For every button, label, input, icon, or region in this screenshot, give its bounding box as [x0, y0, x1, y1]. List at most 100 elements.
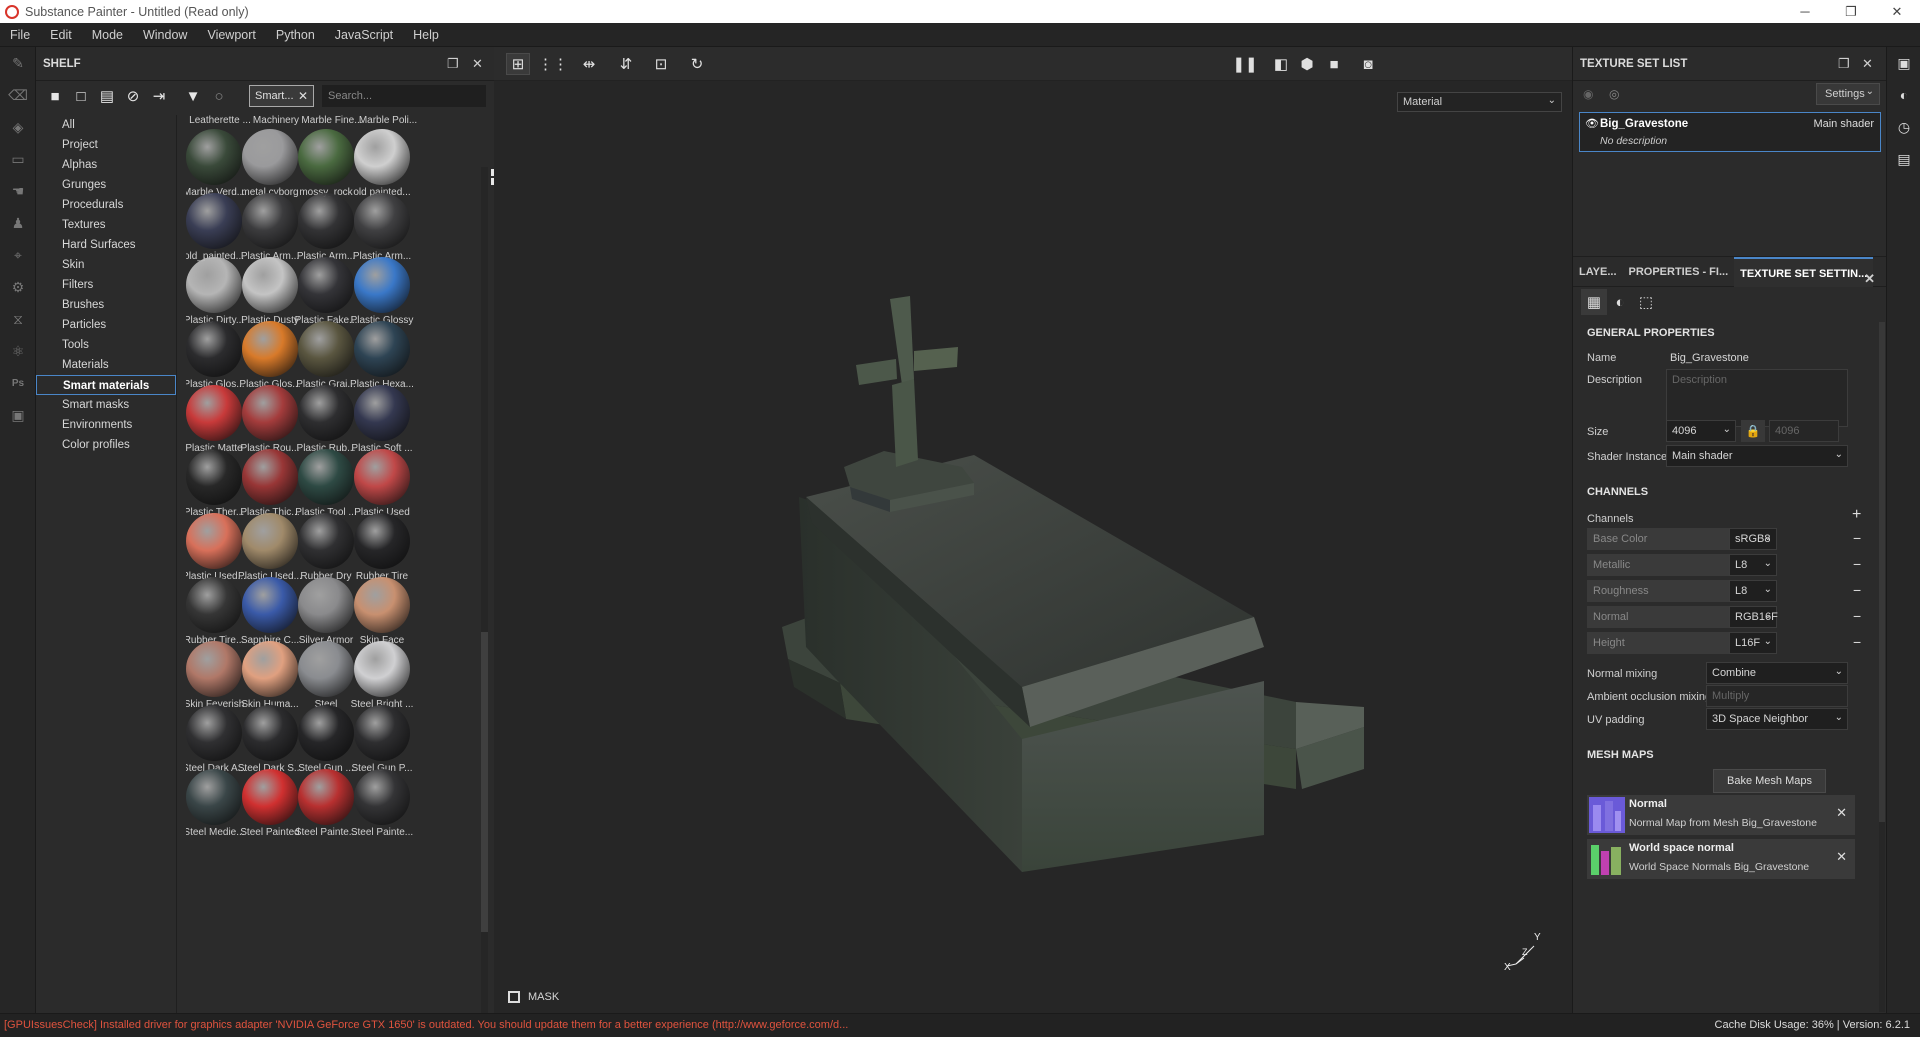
menu-edit[interactable]: Edit	[40, 28, 82, 42]
description-field[interactable]: Description	[1666, 369, 1848, 427]
eraser-icon[interactable]: ⌫	[0, 79, 36, 111]
menu-window[interactable]: Window	[133, 28, 197, 42]
close-shelf-icon[interactable]: ✕	[472, 56, 483, 72]
screenshot-camera-icon[interactable]: ◙	[1356, 53, 1380, 75]
lock-icon[interactable]: 🔒	[1741, 420, 1765, 442]
color-picker-icon[interactable]: ⌖	[0, 239, 36, 271]
shelf-category-particles[interactable]: Particles	[36, 315, 176, 335]
import-icon[interactable]: ⇥	[146, 85, 172, 107]
shelf-category-smart-materials[interactable]: Smart materials	[36, 375, 176, 395]
log-icon[interactable]: ▤	[1887, 143, 1920, 175]
remove-mesh-map-icon[interactable]: ✕	[1836, 849, 1847, 865]
iray-icon[interactable]: ⧖	[0, 303, 36, 335]
smudge-icon[interactable]: ☚	[0, 175, 36, 207]
shader-settings-icon[interactable]: ◐	[1607, 289, 1633, 315]
hide-set-icon[interactable]: ◉	[1583, 87, 1593, 101]
viewport[interactable]: ⊞ ⋮⋮ ⇹ ⇵ ⊡ ↻ ❚❚ ◧ ⬢ ■ ◙ Material ⌄ MASK …	[494, 47, 1572, 1013]
display-settings-icon[interactable]: ▣	[1887, 47, 1920, 79]
add-channel-button[interactable]: +	[1852, 506, 1861, 524]
camera-icon[interactable]: ■	[1322, 53, 1346, 75]
view-mode-icon[interactable]: ◧	[1269, 53, 1293, 75]
texture-set-shader[interactable]: Main shader	[1813, 118, 1874, 130]
remove-mesh-map-icon[interactable]: ✕	[1836, 805, 1847, 821]
status-message[interactable]: [GPUIssuesCheck] Installed driver for gr…	[4, 1019, 848, 1031]
size-dropdown[interactable]: 4096 ⌄	[1666, 420, 1736, 442]
menu-javascript[interactable]: JavaScript	[325, 28, 403, 42]
settings-scrollbar[interactable]	[1879, 322, 1885, 1012]
filter-icon[interactable]: ▼	[180, 85, 206, 107]
maximize-button[interactable]: ❐	[1828, 0, 1874, 23]
texture-set-settings-icon[interactable]: ▦	[1581, 289, 1607, 315]
plugin-icon[interactable]: ⚛	[0, 335, 36, 367]
hide-icon[interactable]: ⊘	[120, 85, 146, 107]
remove-channel-button[interactable]: −	[1853, 556, 1861, 572]
shelf-category-materials[interactable]: Materials	[36, 355, 176, 375]
tab-properties[interactable]: PROPERTIES - FI...	[1623, 257, 1735, 287]
name-value[interactable]: Big_Gravestone	[1670, 352, 1749, 364]
minimize-button[interactable]: ─	[1782, 0, 1828, 23]
folder-icon[interactable]: ■	[42, 85, 68, 107]
shelf-category-brushes[interactable]: Brushes	[36, 295, 176, 315]
shelf-category-textures[interactable]: Textures	[36, 215, 176, 235]
shelf-scrollbar[interactable]	[481, 167, 488, 1027]
bake-mesh-maps-button[interactable]: Bake Mesh Maps	[1713, 769, 1826, 793]
circle-filter-icon[interactable]: ○	[206, 85, 232, 107]
uv-icon[interactable]: ⬚	[1633, 289, 1659, 315]
undock-tsl-icon[interactable]: ❐	[1838, 56, 1850, 72]
history-icon[interactable]: ◷	[1887, 111, 1920, 143]
close-tsl-icon[interactable]: ✕	[1862, 56, 1873, 72]
shader-icon[interactable]: ◐	[1887, 79, 1920, 111]
mask-checkbox[interactable]	[508, 991, 520, 1003]
material-mode-dropdown[interactable]: Material ⌄	[1397, 92, 1562, 112]
texture-set-item[interactable]: 👁 Big_Gravestone Main shader No descript…	[1579, 112, 1881, 152]
mesh-map-normal[interactable]: Normal Normal Map from Mesh Big_Gravesto…	[1587, 795, 1855, 835]
remove-channel-button[interactable]: −	[1853, 530, 1861, 546]
screenshot-icon[interactable]: ▣	[0, 399, 36, 431]
tab-texture-set-settings[interactable]: TEXTURE SET SETTIN...	[1734, 256, 1874, 287]
bake-settings-icon[interactable]: ⚙	[0, 271, 36, 303]
close-window-button[interactable]: ✕	[1874, 0, 1920, 23]
shelf-category-hard-surfaces[interactable]: Hard Surfaces	[36, 235, 176, 255]
frame-icon[interactable]: ⊡	[649, 53, 673, 75]
menu-mode[interactable]: Mode	[82, 28, 133, 42]
settings-button[interactable]: Settings ⌄	[1816, 83, 1880, 105]
menu-file[interactable]: File	[0, 28, 40, 42]
channel-format-dropdown[interactable]: RGB16F ⌄	[1729, 606, 1778, 628]
shelf-category-all[interactable]: All	[36, 115, 176, 135]
reset-camera-icon[interactable]: ↻	[685, 53, 709, 75]
channel-format-dropdown[interactable]: sRGB8 ⌄	[1729, 528, 1777, 550]
pause-icon[interactable]: ❚❚	[1232, 53, 1257, 75]
shelf-category-tools[interactable]: Tools	[36, 335, 176, 355]
cube-icon[interactable]: ⬢	[1295, 53, 1319, 75]
projection-icon[interactable]: ◈	[0, 111, 36, 143]
channel-format-dropdown[interactable]: L8 ⌄	[1729, 580, 1777, 602]
shelf-category-alphas[interactable]: Alphas	[36, 155, 176, 175]
mesh-map-world-space-normal[interactable]: World space normal World Space Normals B…	[1587, 839, 1855, 879]
paint-brush-icon[interactable]: ✎	[0, 47, 36, 79]
remove-channel-button[interactable]: −	[1853, 582, 1861, 598]
menu-viewport[interactable]: Viewport	[197, 28, 265, 42]
single-view-icon[interactable]: ⊞	[506, 53, 530, 75]
clone-stamp-icon[interactable]: ♟	[0, 207, 36, 239]
database-icon[interactable]: ▤	[94, 85, 120, 107]
photoshop-icon[interactable]: Ps	[0, 367, 36, 399]
uv-padding-dropdown[interactable]: 3D Space Neighbor ⌄	[1706, 708, 1848, 730]
menu-help[interactable]: Help	[403, 28, 449, 42]
shelf-category-smart-masks[interactable]: Smart masks	[36, 395, 176, 415]
material-item[interactable]: Steel Painte...	[348, 769, 416, 847]
shelf-category-color-profiles[interactable]: Color profiles	[36, 435, 176, 455]
channel-format-dropdown[interactable]: L16F ⌄	[1729, 632, 1777, 654]
remove-channel-button[interactable]: −	[1853, 608, 1861, 624]
undock-icon[interactable]: ❐	[447, 56, 459, 72]
shelf-category-grunges[interactable]: Grunges	[36, 175, 176, 195]
shelf-category-filters[interactable]: Filters	[36, 275, 176, 295]
tab-layers[interactable]: LAYE...	[1573, 257, 1623, 287]
filter-chip[interactable]: Smart... ✕	[249, 85, 314, 107]
eye-icon[interactable]: 👁	[1585, 117, 1599, 130]
shelf-category-skin[interactable]: Skin	[36, 255, 176, 275]
mirror-y-icon[interactable]: ⇵	[614, 53, 638, 75]
shelf-category-project[interactable]: Project	[36, 135, 176, 155]
mask-toggle[interactable]: MASK	[508, 991, 559, 1003]
shader-instance-dropdown[interactable]: Main shader ⌄	[1666, 445, 1848, 467]
visibility-icon[interactable]: ◎	[1609, 87, 1619, 101]
